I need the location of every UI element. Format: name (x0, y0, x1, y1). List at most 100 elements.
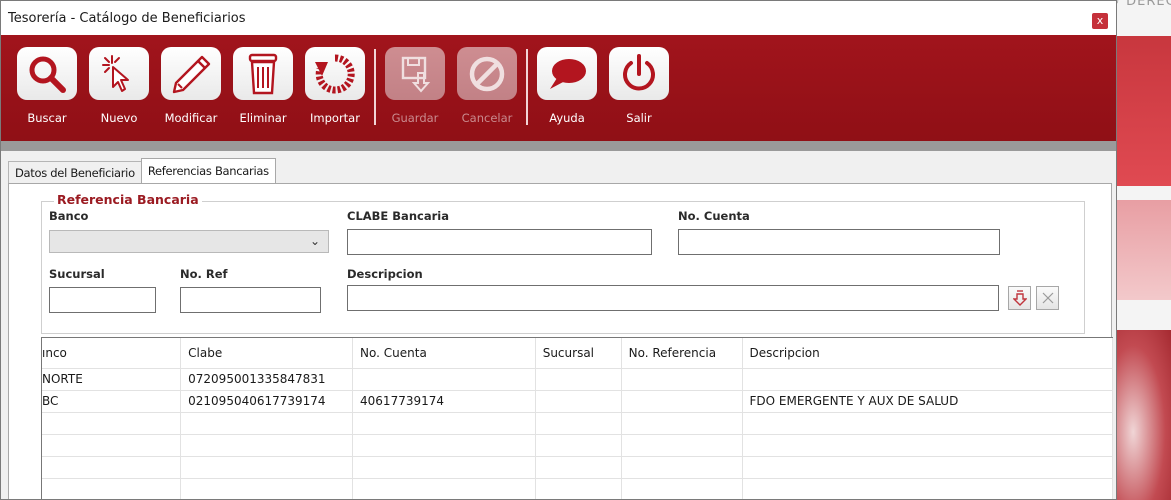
guardar-button[interactable]: Guardar (379, 45, 451, 125)
table-cell: 021095040617739174 (180, 390, 354, 413)
background-right: © DERECHOS RESERVADOS GLOBALMAX (1117, 0, 1171, 500)
importar-label: Importar (310, 111, 360, 125)
tab-panel: Referencia Bancaria Banco ⌄ CLABE Bancar… (8, 183, 1113, 499)
buscar-button[interactable]: Buscar (11, 45, 83, 125)
table-row[interactable] (42, 434, 1113, 457)
table-row[interactable] (42, 412, 1113, 435)
eliminar-label: Eliminar (239, 111, 287, 125)
descripcion-input[interactable] (347, 285, 999, 311)
table-cell: NORTE (42, 368, 182, 391)
salir-button[interactable]: Salir (603, 45, 675, 125)
trash-icon (248, 53, 278, 94)
table-cell (42, 456, 182, 479)
table-cell (621, 368, 743, 391)
descripcion-label: Descripcion (347, 267, 423, 281)
group-title: Referencia Bancaria (54, 192, 202, 207)
no-ref-input[interactable] (180, 287, 321, 313)
table-cell: BC (42, 390, 182, 413)
column-header[interactable]: Descripcion (742, 338, 1113, 369)
table-cell (742, 434, 1113, 457)
toolbar-separator (526, 49, 528, 125)
no-ref-label: No. Ref (180, 267, 228, 281)
table-cell (535, 434, 622, 457)
clabe-input[interactable] (347, 229, 652, 255)
table-cell (180, 412, 354, 435)
toolbar: Buscar Nuevo Modificar Eliminar Importar (1, 35, 1116, 151)
close-button[interactable]: x (1092, 13, 1108, 29)
table-cell (42, 478, 182, 499)
cursor-click-icon (102, 54, 129, 92)
speech-bubble-icon (550, 58, 586, 89)
table-cell (352, 412, 536, 435)
table-cell (180, 478, 354, 499)
table-cell: 40617739174 (352, 390, 536, 413)
referencia-bancaria-group: Referencia Bancaria Banco ⌄ CLABE Bancar… (41, 192, 1085, 334)
background-block-2 (1117, 200, 1171, 300)
remove-reference-button[interactable] (1036, 286, 1059, 310)
table-cell (621, 456, 743, 479)
table-cell: 072095001335847831 (180, 368, 354, 391)
toolbar-separator (374, 49, 376, 125)
copyright-text: © DERECHOS RESERVADOS GLOBALMAX (1117, 0, 1171, 9)
cancelar-label: Cancelar (461, 111, 513, 125)
title-bar: Tesorería - Catálogo de Beneficiarios x (1, 1, 1116, 35)
power-icon (623, 53, 655, 90)
tab-referencias-bancarias[interactable]: Referencias Bancarias (140, 158, 276, 185)
no-cuenta-label: No. Cuenta (678, 209, 750, 223)
table-cell (180, 434, 354, 457)
table-cell (42, 412, 182, 435)
background-block-3 (1117, 330, 1171, 500)
table-cell (621, 412, 743, 435)
table-row[interactable]: BC 021095040617739174 40617739174 FDO EM… (42, 390, 1113, 413)
tab-strip: Datos del Beneficiario Referencias Banca… (8, 158, 276, 185)
references-table: ınco Clabe No. Cuenta Sucursal No. Refer… (41, 337, 1113, 499)
table-cell (535, 390, 622, 413)
chevron-down-icon: ⌄ (309, 234, 320, 248)
table-cell (621, 390, 743, 413)
banco-select[interactable]: ⌄ (49, 230, 329, 253)
column-header[interactable]: Clabe (180, 338, 354, 369)
column-header[interactable]: Sucursal (535, 338, 622, 369)
table-cell: FDO EMERGENTE Y AUX DE SALUD (742, 390, 1113, 413)
window-title: Tesorería - Catálogo de Beneficiarios (8, 10, 246, 26)
buscar-label: Buscar (27, 111, 67, 125)
table-row[interactable] (42, 456, 1113, 479)
column-header[interactable]: No. Cuenta (352, 338, 536, 369)
banco-label: Banco (49, 209, 89, 223)
add-reference-button[interactable] (1008, 286, 1031, 310)
background-block-1 (1117, 36, 1171, 186)
ayuda-label: Ayuda (549, 111, 585, 125)
table-header-row: ınco Clabe No. Cuenta Sucursal No. Refer… (42, 338, 1113, 369)
table-cell (42, 434, 182, 457)
table-cell (352, 434, 536, 457)
table-cell (535, 368, 622, 391)
tab-datos-beneficiario[interactable]: Datos del Beneficiario (8, 161, 142, 184)
app-window: Tesorería - Catálogo de Beneficiarios x … (0, 0, 1117, 500)
table-cell (742, 368, 1113, 391)
cancelar-button[interactable]: Cancelar (451, 45, 523, 125)
table-cell (535, 456, 622, 479)
nuevo-label: Nuevo (100, 111, 138, 125)
table-cell (180, 456, 354, 479)
table-row[interactable] (42, 478, 1113, 499)
column-header[interactable]: No. Referencia (621, 338, 743, 369)
table-cell (742, 456, 1113, 479)
importar-button[interactable]: Importar (299, 45, 371, 125)
modificar-button[interactable]: Modificar (155, 45, 227, 125)
cancel-icon (469, 56, 505, 91)
table-cell (352, 456, 536, 479)
table-cell (352, 368, 536, 391)
table-row[interactable]: NORTE 072095001335847831 (42, 368, 1113, 391)
nuevo-button[interactable]: Nuevo (83, 45, 155, 125)
search-icon (29, 56, 66, 93)
eliminar-button[interactable]: Eliminar (227, 45, 299, 125)
column-header[interactable]: ınco (42, 338, 182, 369)
table-cell (621, 478, 743, 499)
close-icon (1042, 292, 1053, 304)
table-cell (621, 434, 743, 457)
table-cell (742, 412, 1113, 435)
sucursal-label: Sucursal (49, 267, 105, 281)
sucursal-input[interactable] (49, 287, 156, 313)
ayuda-button[interactable]: Ayuda (531, 45, 603, 125)
no-cuenta-input[interactable] (678, 229, 1000, 255)
